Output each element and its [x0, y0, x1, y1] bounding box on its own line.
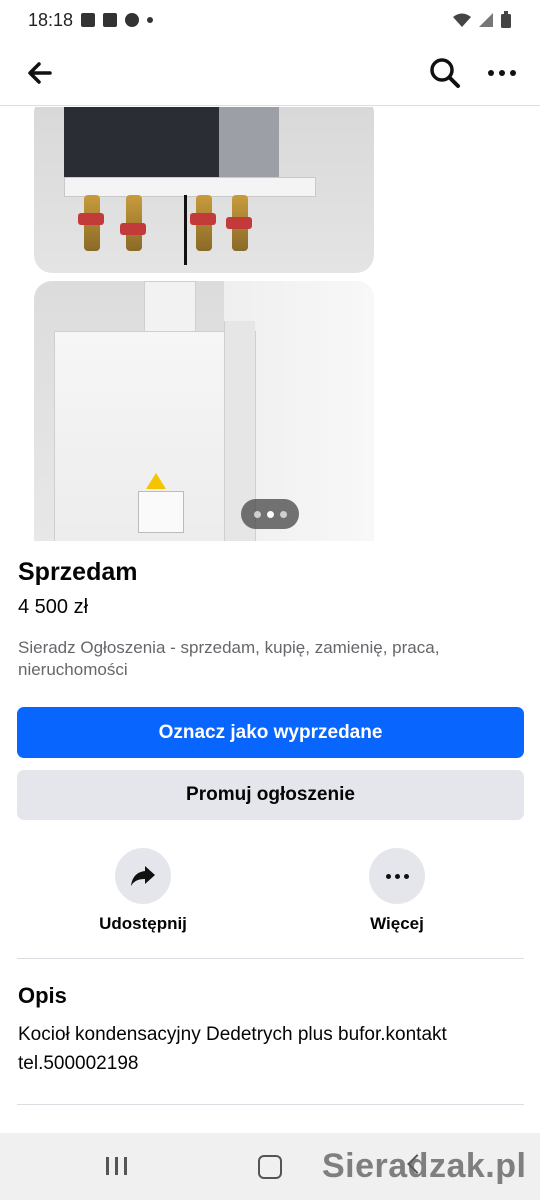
more-options-button[interactable]	[480, 54, 524, 92]
watermark: Sieradzak.pl	[322, 1147, 527, 1185]
listing-price: 4 500 zł	[18, 596, 89, 618]
chrome-icon	[125, 13, 140, 27]
gallery-icon	[103, 13, 118, 27]
top-bar	[0, 40, 540, 106]
more-dots-icon	[488, 70, 494, 76]
share-button[interactable]	[115, 848, 171, 904]
gmail-icon	[81, 13, 96, 27]
photo-pager-indicator	[241, 499, 299, 529]
wifi-icon	[453, 13, 471, 27]
description-text: Kocioł kondensacyjny Dedetrych plus bufo…	[18, 1024, 447, 1074]
listing-photo-1[interactable]	[34, 107, 374, 273]
battery-icon	[501, 11, 511, 28]
share-action[interactable]: Udostępnij	[73, 848, 213, 934]
mark-as-sold-button[interactable]: Oznacz jako wyprzedane	[17, 707, 524, 758]
more-action[interactable]: Więcej	[327, 848, 467, 934]
divider	[17, 958, 524, 959]
listing-title: Sprzedam	[18, 558, 138, 586]
more-button[interactable]	[369, 848, 425, 904]
share-label: Udostępnij	[99, 914, 187, 933]
status-time: 18:18	[28, 9, 74, 30]
status-bar: 18:18	[0, 0, 540, 40]
listing-photo-2[interactable]	[34, 281, 374, 541]
more-horizontal-icon	[385, 873, 409, 879]
back-arrow-icon[interactable]	[22, 55, 58, 91]
more-label: Więcej	[370, 914, 424, 933]
notification-dot-icon	[147, 17, 154, 23]
divider	[17, 1104, 524, 1105]
promote-listing-button[interactable]: Promuj ogłoszenie	[17, 770, 524, 820]
warning-sticker-icon	[146, 473, 166, 489]
signal-icon	[479, 13, 493, 27]
group-name-link[interactable]: Sieradz Ogłoszenia - sprzedam, kupię, za…	[18, 637, 518, 681]
home-icon[interactable]	[258, 1155, 282, 1179]
search-icon[interactable]	[426, 54, 464, 92]
description-heading: Opis	[18, 983, 67, 1008]
share-arrow-icon	[131, 866, 155, 886]
recent-apps-icon[interactable]	[106, 1157, 127, 1175]
listing-photo-gallery[interactable]	[0, 107, 540, 541]
